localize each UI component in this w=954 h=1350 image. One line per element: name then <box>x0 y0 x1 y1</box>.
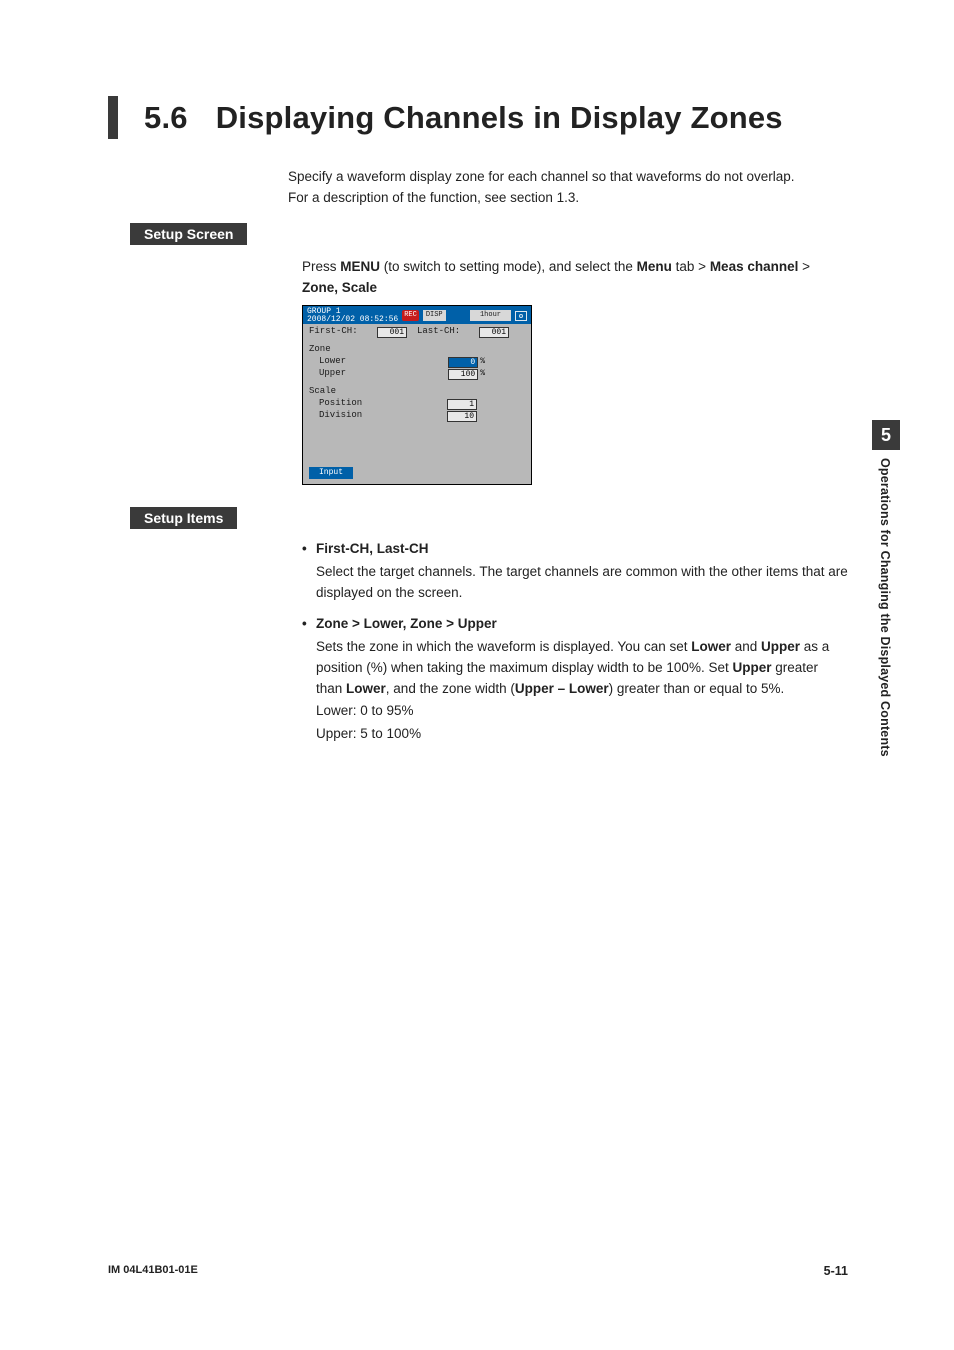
scr-timestamp: 2008/12/02 08:52:56 <box>307 316 398 324</box>
heading-title: Displaying Channels in Display Zones <box>216 96 783 139</box>
scr-firstch-value[interactable]: 001 <box>377 327 407 338</box>
chapter-title-vertical: Operations for Changing the Displayed Co… <box>872 458 892 757</box>
scr-division-value[interactable]: 10 <box>447 411 477 422</box>
scr-time-scale: 1hour <box>470 310 511 321</box>
scr-status-icon <box>515 311 527 321</box>
scr-lastch-value[interactable]: 001 <box>479 327 509 338</box>
scr-position-value[interactable]: 1 <box>447 399 477 410</box>
section-heading: 5.6 Displaying Channels in Display Zones <box>108 96 848 139</box>
intro-line-2: For a description of the function, see s… <box>288 188 848 209</box>
scr-division-label: Division <box>319 409 377 423</box>
scr-disp-badge: DISP <box>423 310 446 321</box>
item1-text: Select the target channels. The target c… <box>316 562 848 604</box>
intro-line-1: Specify a waveform display zone for each… <box>288 167 848 188</box>
chapter-number-box: 5 <box>872 420 900 450</box>
scr-lastch-label: Last-CH: <box>417 325 479 339</box>
footer-page-number: 5-11 <box>824 1264 848 1278</box>
side-tab: 5 Operations for Changing the Displayed … <box>872 420 900 757</box>
item2-upper-range: Upper: 5 to 100% <box>316 724 848 745</box>
scr-rec-badge: REC <box>402 310 419 321</box>
device-screenshot: GROUP 1 2008/12/02 08:52:56 REC DISP 1ho… <box>302 305 532 485</box>
item1-title: First-CH, Last-CH <box>316 539 429 560</box>
item2-title: Zone > Lower, Zone > Upper <box>316 614 497 635</box>
item2-lower-range: Lower: 0 to 95% <box>316 701 848 722</box>
heading-number: 5.6 <box>144 96 188 139</box>
scr-lower-value[interactable]: 0 <box>448 357 478 368</box>
scr-upper-label: Upper <box>319 367 377 381</box>
scr-firstch-label: First-CH: <box>309 325 377 339</box>
scr-upper-value[interactable]: 100 <box>448 369 478 380</box>
scr-input-button[interactable]: Input <box>309 467 353 479</box>
footer-doc-id: IM 04L41B01-01E <box>108 1264 198 1278</box>
setup-items-label: Setup Items <box>130 507 237 529</box>
setup-screen-instruction: Press MENU (to switch to setting mode), … <box>302 257 848 278</box>
bullet-dot: • <box>302 614 316 635</box>
bullet-dot: • <box>302 539 316 560</box>
heading-accent-bar <box>108 96 118 139</box>
setup-screen-target: Zone, Scale <box>302 278 848 299</box>
scr-lower-unit: % <box>480 356 485 368</box>
setup-screen-label: Setup Screen <box>130 223 247 245</box>
item2-text: Sets the zone in which the waveform is d… <box>316 637 848 700</box>
scr-upper-unit: % <box>480 368 485 380</box>
